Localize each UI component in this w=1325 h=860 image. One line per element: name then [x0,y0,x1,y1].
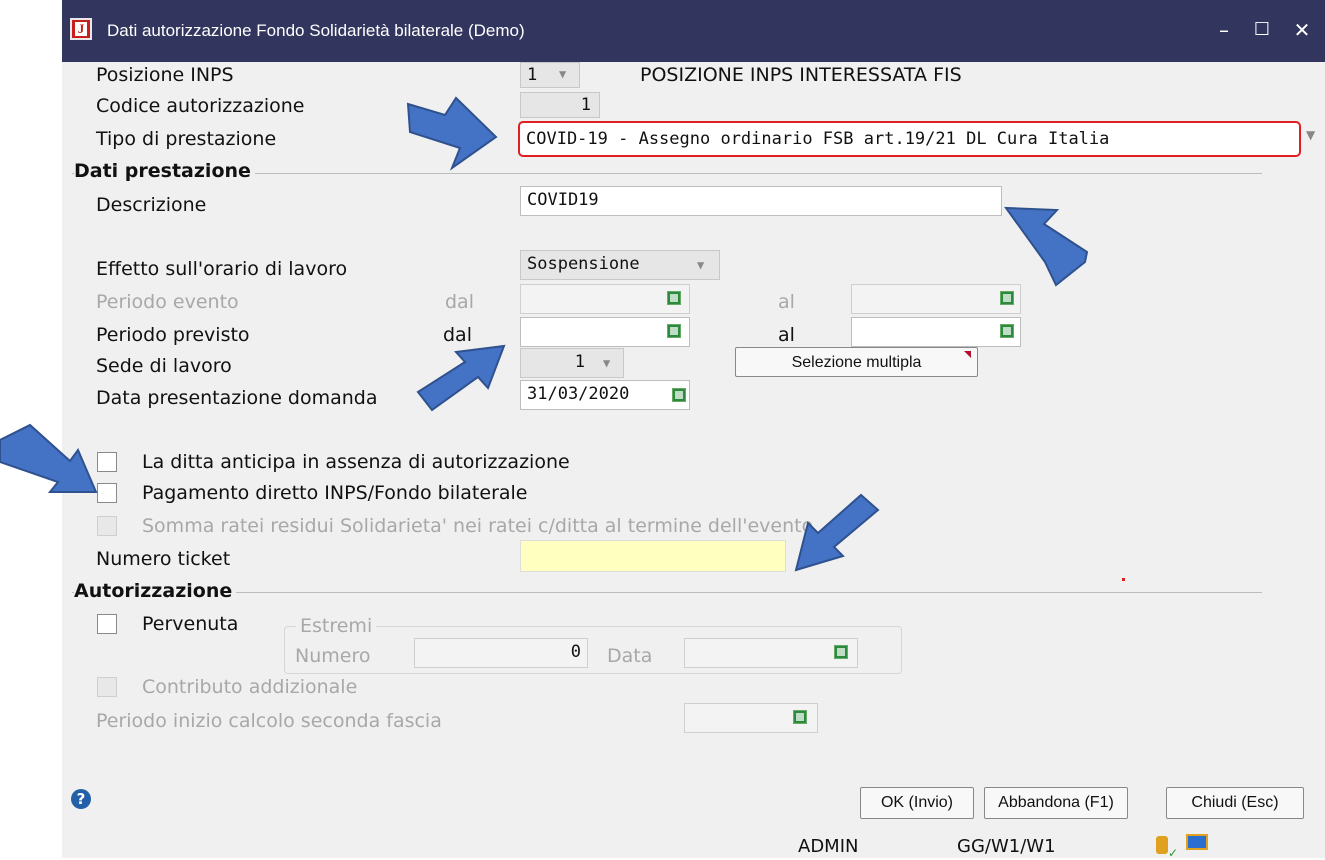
arrow-annotation [416,344,506,412]
arrow-annotation [0,423,98,493]
annotation-arrows [0,96,1089,572]
arrow-annotation [1003,206,1089,287]
arrow-annotation [794,493,880,572]
arrow-annotation [406,96,498,171]
